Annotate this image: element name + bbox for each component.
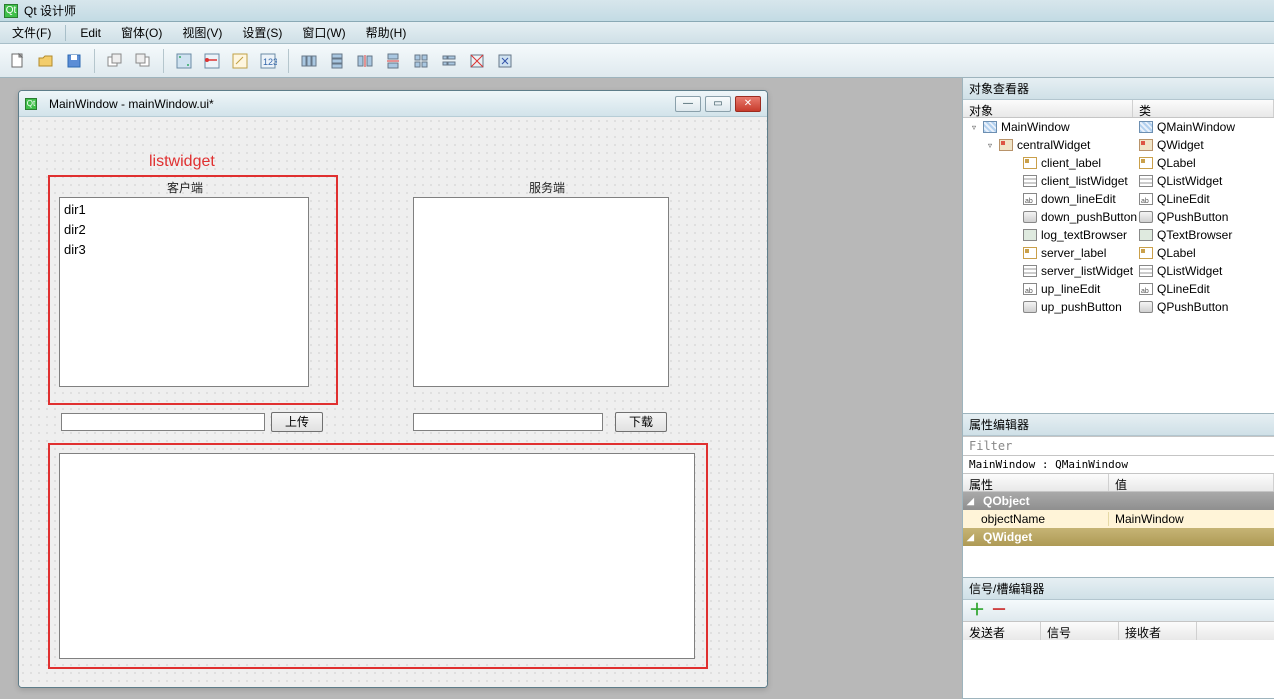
signal-grid-header: 发送者 信号 接收者 <box>963 622 1274 640</box>
property-editor-panel: 属性编辑器 Filter MainWindow : QMainWindow 属性… <box>963 414 1274 578</box>
minimize-button[interactable]: — <box>675 96 701 112</box>
server-listwidget[interactable] <box>413 197 669 387</box>
tree-row-log_textBrowser[interactable]: log_textBrowserQTextBrowser <box>963 226 1274 244</box>
menu-file[interactable]: 文件(F) <box>6 22 57 43</box>
property-grid[interactable]: ◢QObject objectName MainWindow ◢QWidget <box>963 492 1274 577</box>
maximize-button[interactable]: ▭ <box>705 96 731 112</box>
signal-toolbar: ＋ － <box>963 600 1274 622</box>
prop-col-value[interactable]: 值 <box>1109 474 1274 491</box>
tree-row-centralWidget[interactable]: ▿centralWidgetQWidget <box>963 136 1274 154</box>
layout-form-icon[interactable] <box>437 49 461 73</box>
list-item[interactable]: dir2 <box>64 220 304 240</box>
qt-icon: Qt <box>25 98 37 110</box>
toolbar: 123 <box>0 44 1274 78</box>
log-textbrowser[interactable] <box>59 453 695 659</box>
layout-hsplit-icon[interactable] <box>353 49 377 73</box>
new-file-icon[interactable] <box>6 49 30 73</box>
tree-row-down_pushButton[interactable]: down_pushButtonQPushButton <box>963 208 1274 226</box>
open-file-icon[interactable] <box>34 49 58 73</box>
signal-col-receiver[interactable]: 接收者 <box>1119 622 1197 640</box>
menu-view[interactable]: 视图(V) <box>176 22 228 43</box>
edit-taborder-icon[interactable]: 123 <box>256 49 280 73</box>
signal-slot-header[interactable]: 信号/槽编辑器 <box>963 578 1274 600</box>
menubar: 文件(F) Edit 窗体(O) 视图(V) 设置(S) 窗口(W) 帮助(H) <box>0 22 1274 44</box>
app-title: Qt 设计师 <box>24 2 76 19</box>
object-tree[interactable]: ▿MainWindowQMainWindow▿centralWidgetQWid… <box>963 118 1274 413</box>
property-editor-header[interactable]: 属性编辑器 <box>963 414 1274 436</box>
signal-grid-body[interactable] <box>963 640 1274 698</box>
signal-col-signal[interactable]: 信号 <box>1041 622 1119 640</box>
tree-row-MainWindow[interactable]: ▿MainWindowQMainWindow <box>963 118 1274 136</box>
bring-front-icon[interactable] <box>131 49 155 73</box>
menu-form[interactable]: 窗体(O) <box>115 22 168 43</box>
prop-row-objectname[interactable]: objectName MainWindow <box>963 510 1274 528</box>
signal-slot-panel: 信号/槽编辑器 ＋ － 发送者 信号 接收者 <box>963 578 1274 699</box>
app-titlebar: Qt Qt 设计师 <box>0 0 1274 22</box>
obj-col-class[interactable]: 类 <box>1133 100 1274 117</box>
layout-h-icon[interactable] <box>297 49 321 73</box>
upload-button[interactable]: 上传 <box>271 412 323 432</box>
edit-widgets-icon[interactable] <box>172 49 196 73</box>
tree-row-server_listWidget[interactable]: server_listWidgetQListWidget <box>963 262 1274 280</box>
property-class-line: MainWindow : QMainWindow <box>963 456 1274 474</box>
menu-window[interactable]: 窗口(W) <box>296 22 351 43</box>
down-lineedit[interactable] <box>413 413 603 431</box>
tree-row-client_listWidget[interactable]: client_listWidgetQListWidget <box>963 172 1274 190</box>
tree-row-up_pushButton[interactable]: up_pushButtonQPushButton <box>963 298 1274 316</box>
download-button[interactable]: 下载 <box>615 412 667 432</box>
object-inspector-header[interactable]: 对象查看器 <box>963 78 1274 100</box>
save-file-icon[interactable] <box>62 49 86 73</box>
prop-col-name[interactable]: 属性 <box>963 474 1109 491</box>
menu-edit[interactable]: Edit <box>74 24 107 42</box>
object-tree-header: 对象 类 <box>963 100 1274 118</box>
tree-row-down_lineEdit[interactable]: down_lineEditQLineEdit <box>963 190 1274 208</box>
list-item[interactable]: dir3 <box>64 240 304 260</box>
add-signal-icon[interactable]: ＋ <box>969 604 985 618</box>
tree-row-client_label[interactable]: client_labelQLabel <box>963 154 1274 172</box>
object-inspector-panel: 对象查看器 对象 类 ▿MainWindowQMainWindow▿centra… <box>963 78 1274 414</box>
edit-signals-icon[interactable] <box>200 49 224 73</box>
property-filter-input[interactable]: Filter <box>963 436 1274 456</box>
annotation-listwidget: listwidget <box>149 153 215 171</box>
list-item[interactable]: dir1 <box>64 200 304 220</box>
server-label: 服务端 <box>529 179 565 196</box>
tree-row-server_label[interactable]: server_labelQLabel <box>963 244 1274 262</box>
close-button[interactable]: ✕ <box>735 96 761 112</box>
remove-signal-icon[interactable]: － <box>991 604 1007 618</box>
svg-text:123: 123 <box>263 57 277 67</box>
form-window: Qt MainWindow - mainWindow.ui* — ▭ ✕ lis… <box>18 90 768 688</box>
layout-v-icon[interactable] <box>325 49 349 73</box>
qt-icon: Qt <box>4 4 18 18</box>
client-label: 客户端 <box>167 179 203 196</box>
break-layout-icon[interactable] <box>465 49 489 73</box>
menu-settings[interactable]: 设置(S) <box>236 22 288 43</box>
client-listwidget[interactable]: dir1 dir2 dir3 <box>59 197 309 387</box>
menu-help[interactable]: 帮助(H) <box>360 22 413 43</box>
adjust-size-icon[interactable] <box>493 49 517 73</box>
tree-row-up_lineEdit[interactable]: up_lineEditQLineEdit <box>963 280 1274 298</box>
prop-section-qwidget[interactable]: ◢QWidget <box>963 528 1274 546</box>
form-window-title: MainWindow - mainWindow.ui* <box>49 97 214 111</box>
layout-grid-icon[interactable] <box>409 49 433 73</box>
obj-col-object[interactable]: 对象 <box>963 100 1133 117</box>
form-window-titlebar[interactable]: Qt MainWindow - mainWindow.ui* — ▭ ✕ <box>19 91 767 117</box>
up-lineedit[interactable] <box>61 413 265 431</box>
design-canvas: Qt MainWindow - mainWindow.ui* — ▭ ✕ lis… <box>0 78 962 699</box>
prop-section-qobject[interactable]: ◢QObject <box>963 492 1274 510</box>
layout-vsplit-icon[interactable] <box>381 49 405 73</box>
edit-buddies-icon[interactable] <box>228 49 252 73</box>
property-grid-header: 属性 值 <box>963 474 1274 492</box>
signal-col-sender[interactable]: 发送者 <box>963 622 1041 640</box>
send-back-icon[interactable] <box>103 49 127 73</box>
